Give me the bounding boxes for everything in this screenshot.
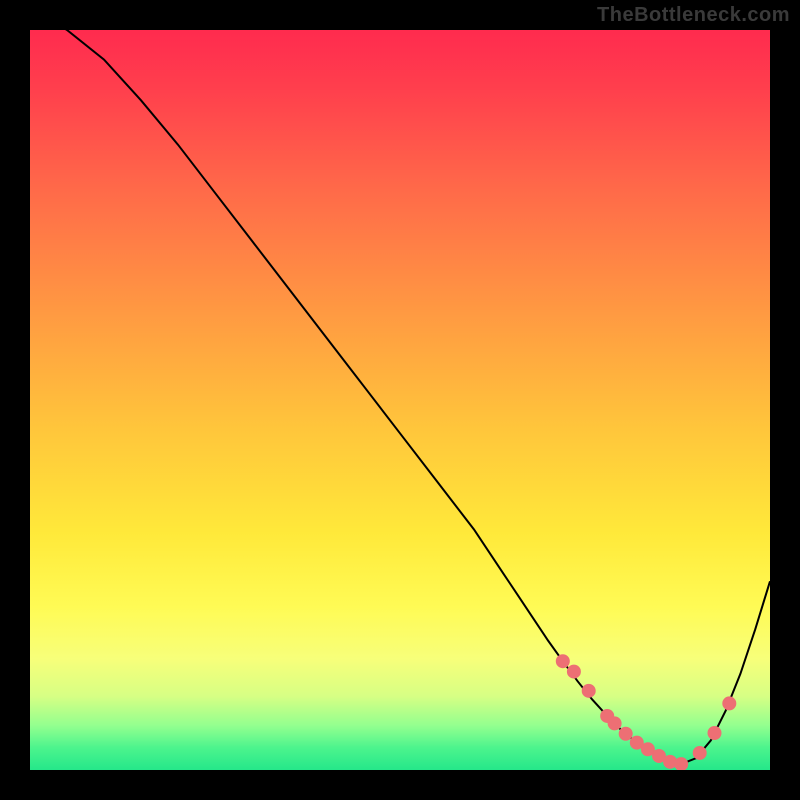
main-curve [30, 30, 770, 764]
watermark-text: TheBottleneck.com [597, 4, 790, 27]
marker-dot [708, 727, 721, 740]
highlight-markers [556, 655, 736, 770]
chart-frame: TheBottleneck.com [0, 0, 800, 800]
marker-dot [619, 727, 632, 740]
marker-dot [723, 697, 736, 710]
marker-dot [567, 665, 580, 678]
chart-overlay-svg [30, 30, 770, 770]
marker-dot [608, 717, 621, 730]
marker-dot [582, 684, 595, 697]
marker-dot [675, 758, 688, 770]
marker-dot [693, 746, 706, 759]
marker-dot [556, 655, 569, 668]
